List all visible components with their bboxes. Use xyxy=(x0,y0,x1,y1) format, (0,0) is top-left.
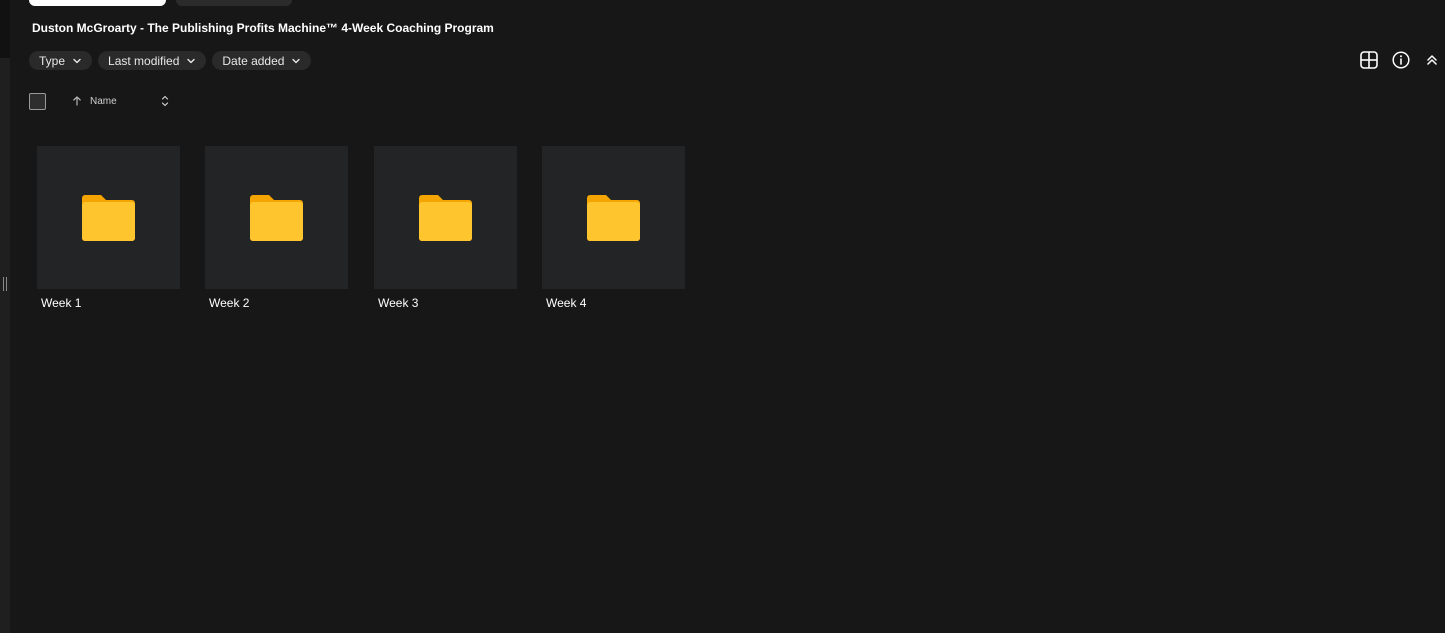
sort-toggle-icon[interactable] xyxy=(159,94,171,108)
filter-bar: Type Last modified Date added xyxy=(29,51,312,70)
folder-thumbnail xyxy=(542,146,685,289)
resize-grip-line xyxy=(3,277,4,291)
collapse-up-icon xyxy=(1427,55,1437,65)
folder-thumbnail xyxy=(374,146,517,289)
collapse-button[interactable] xyxy=(1425,51,1439,69)
left-rail xyxy=(0,0,10,633)
folder-name: Week 1 xyxy=(41,296,82,310)
filter-date-added-label: Date added xyxy=(222,53,285,68)
info-button[interactable] xyxy=(1392,51,1410,69)
file-browser-page: Duston McGroarty - The Publishing Profit… xyxy=(0,0,1445,633)
folder-icon xyxy=(82,195,135,241)
folder-icon xyxy=(587,195,640,241)
info-icon xyxy=(1392,51,1410,69)
left-rail-top xyxy=(0,0,10,58)
chevron-down-icon xyxy=(187,58,196,63)
folder-name: Week 2 xyxy=(209,296,250,310)
filter-type-label: Type xyxy=(39,53,66,68)
filter-last-modified-button[interactable]: Last modified xyxy=(98,51,207,70)
select-all-checkbox[interactable] xyxy=(29,93,46,110)
top-tab-inactive[interactable] xyxy=(176,0,292,6)
folder-thumbnail xyxy=(205,146,348,289)
filter-last-modified-label: Last modified xyxy=(108,53,180,68)
folder-icon xyxy=(250,195,303,241)
filter-date-added-button[interactable]: Date added xyxy=(212,51,312,70)
arrow-up-icon xyxy=(73,96,81,106)
folder-tile-week-3[interactable]: Week 3 xyxy=(374,146,517,316)
name-column-header[interactable]: Name xyxy=(90,96,117,107)
folder-tile-week-1[interactable]: Week 1 xyxy=(37,146,180,316)
chevron-down-icon xyxy=(73,58,81,63)
folder-tile-week-4[interactable]: Week 4 xyxy=(542,146,685,316)
folder-tile-week-2[interactable]: Week 2 xyxy=(205,146,348,316)
folder-name: Week 4 xyxy=(546,296,587,310)
chevron-down-icon xyxy=(292,58,301,63)
folder-icon xyxy=(419,195,472,241)
resize-grip-line xyxy=(6,277,7,291)
top-tab-active[interactable] xyxy=(29,0,166,6)
filter-type-button[interactable]: Type xyxy=(29,51,93,70)
grid-view-icon xyxy=(1360,51,1378,69)
folder-name: Week 3 xyxy=(378,296,419,310)
page-title: Duston McGroarty - The Publishing Profit… xyxy=(32,21,494,35)
panel-resize-handle[interactable] xyxy=(2,277,8,291)
grid-view-button[interactable] xyxy=(1360,51,1378,69)
folder-thumbnail xyxy=(37,146,180,289)
